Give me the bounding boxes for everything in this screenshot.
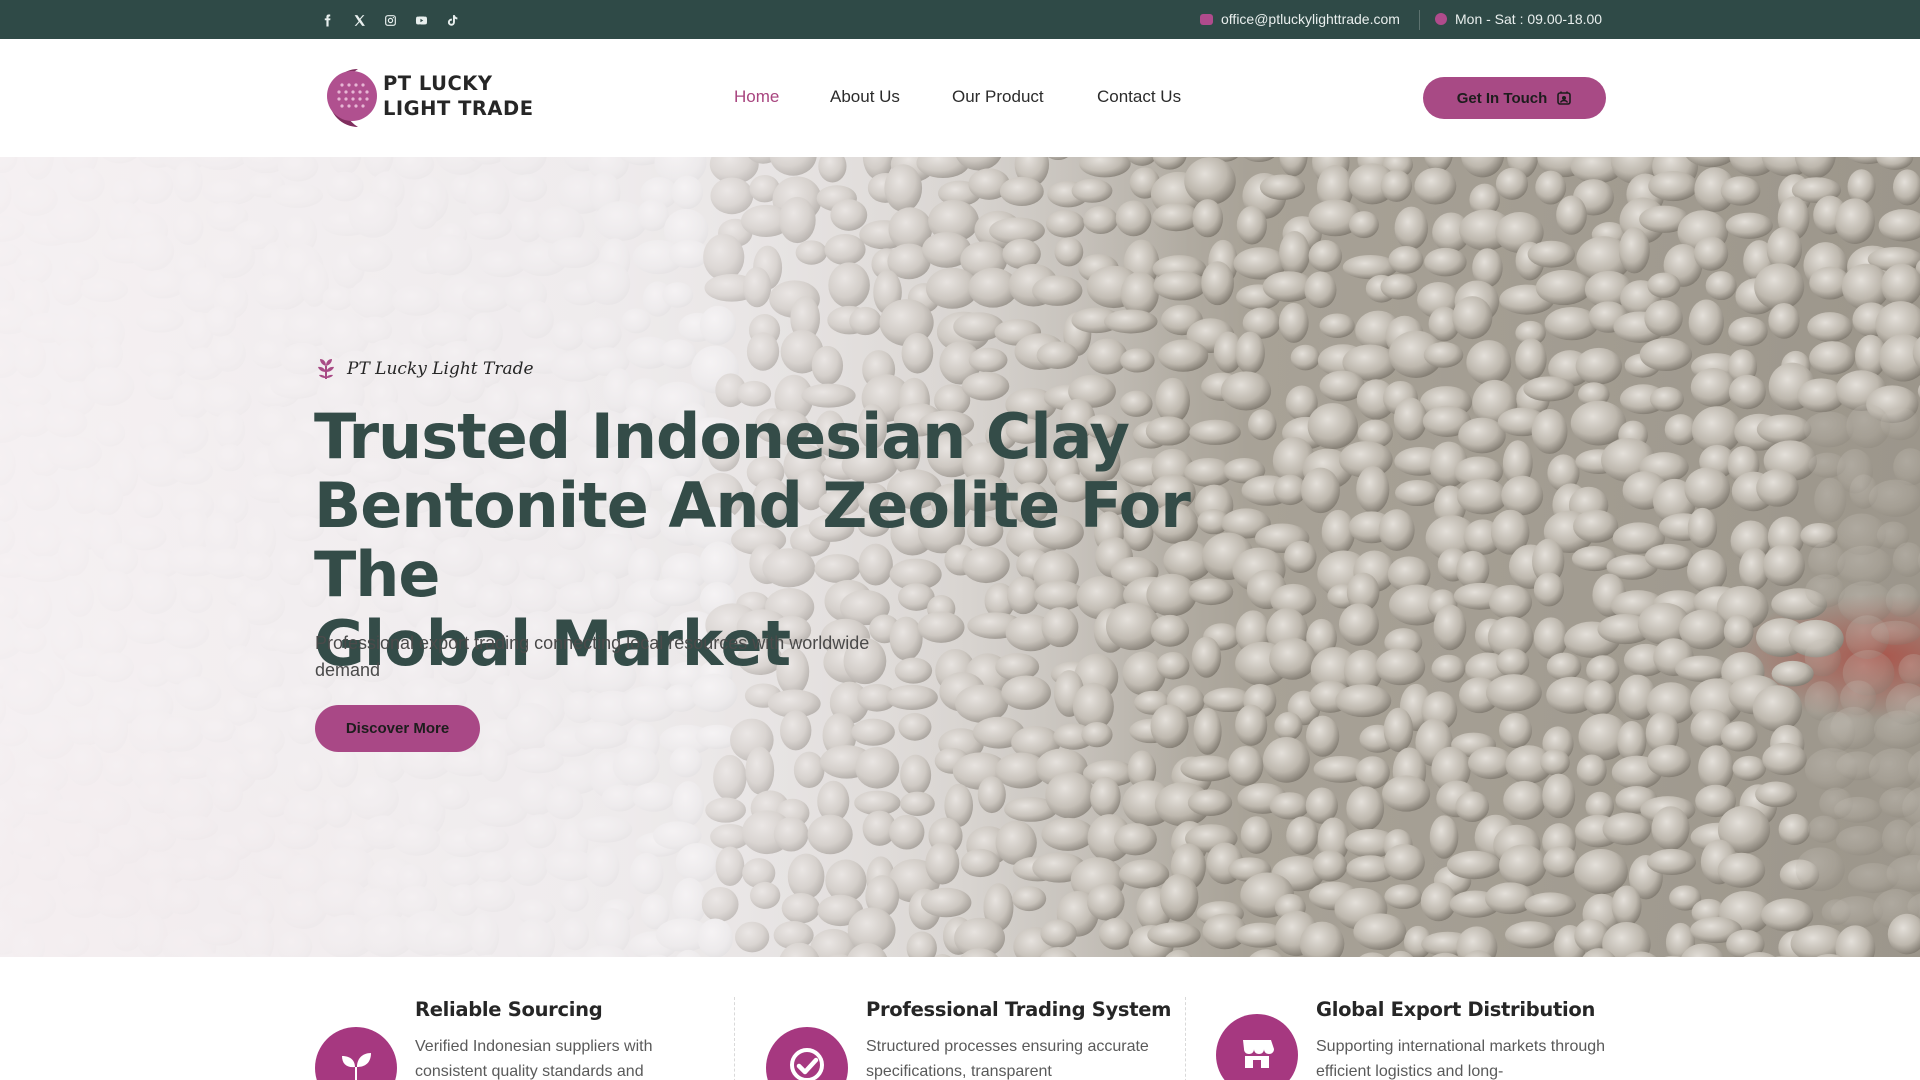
opening-hours: Mon - Sat : 09.00-18.00 xyxy=(1435,9,1602,29)
hero-subtitle: Professional export trading connecting l… xyxy=(315,633,870,680)
hero-title-line-1: Trusted Indonesian Clay xyxy=(314,400,1130,473)
nav-our-product[interactable]: Our Product xyxy=(952,87,1044,107)
hero-title-line-2: Bentonite And Zeolite For The xyxy=(314,469,1191,611)
email-text: office@ptluckylighttrade.com xyxy=(1221,11,1400,27)
nav-contact-us[interactable]: Contact Us xyxy=(1097,87,1181,107)
envelope-icon xyxy=(1200,13,1213,25)
email-contact[interactable]: office@ptluckylighttrade.com xyxy=(1200,9,1400,29)
nav-home[interactable]: Home xyxy=(734,87,779,107)
feature-text: Structured processes ensuring accurate s… xyxy=(866,1038,1149,1080)
headset-icon xyxy=(1557,91,1572,105)
logo-line-1: PT LUCKY xyxy=(383,72,493,95)
logo-line-2: LIGHT TRADE xyxy=(383,97,534,120)
tagline-text: PT Lucky Light Trade xyxy=(347,359,534,379)
clock-icon xyxy=(1435,13,1447,25)
feature-text: Supporting international markets through… xyxy=(1316,1038,1606,1080)
feature-divider xyxy=(734,997,735,1080)
feature-reliable-sourcing: Reliable Sourcing Verified Indonesian su… xyxy=(315,957,745,1080)
feature-professional-trading: Professional Trading System Structured p… xyxy=(766,957,1196,1080)
get-in-touch-button[interactable]: Get In Touch xyxy=(1423,77,1606,119)
features-section: Reliable Sourcing Verified Indonesian su… xyxy=(0,957,1920,1080)
logo-text[interactable]: PT LUCKY LIGHT TRADE xyxy=(383,71,534,121)
site-header: PT LUCKY LIGHT TRADE Home About Us Our P… xyxy=(0,39,1920,157)
top-bar: office@ptluckylighttrade.com Mon - Sat :… xyxy=(0,0,1920,39)
get-in-touch-label: Get In Touch xyxy=(1456,89,1548,107)
topbar-divider xyxy=(1419,10,1420,30)
youtube-icon[interactable] xyxy=(412,11,430,29)
feature-title: Global Export Distribution xyxy=(1316,998,1596,1021)
feature-divider xyxy=(1185,997,1186,1080)
feature-text: Verified Indonesian suppliers with consi… xyxy=(415,1038,653,1080)
storefront-icon xyxy=(1216,1014,1298,1080)
sprout-icon xyxy=(315,1027,397,1080)
facebook-icon[interactable] xyxy=(318,11,336,29)
hero-section: PT Lucky Light Trade Trusted Indonesian … xyxy=(0,157,1920,957)
leaf-icon xyxy=(318,359,334,379)
instagram-icon[interactable] xyxy=(381,11,399,29)
check-badge-icon xyxy=(766,1027,848,1080)
logo-icon[interactable] xyxy=(318,65,384,131)
hero-tagline: PT Lucky Light Trade xyxy=(315,357,534,381)
discover-more-button[interactable]: Discover More xyxy=(315,705,480,752)
feature-title: Reliable Sourcing xyxy=(415,998,603,1021)
hours-text: Mon - Sat : 09.00-18.00 xyxy=(1455,11,1603,27)
tiktok-icon[interactable] xyxy=(443,11,461,29)
nav-about-us[interactable]: About Us xyxy=(830,87,900,107)
x-icon[interactable] xyxy=(350,11,368,29)
feature-title: Professional Trading System xyxy=(866,998,1172,1021)
feature-global-export: Global Export Distribution Supporting in… xyxy=(1216,957,1646,1080)
